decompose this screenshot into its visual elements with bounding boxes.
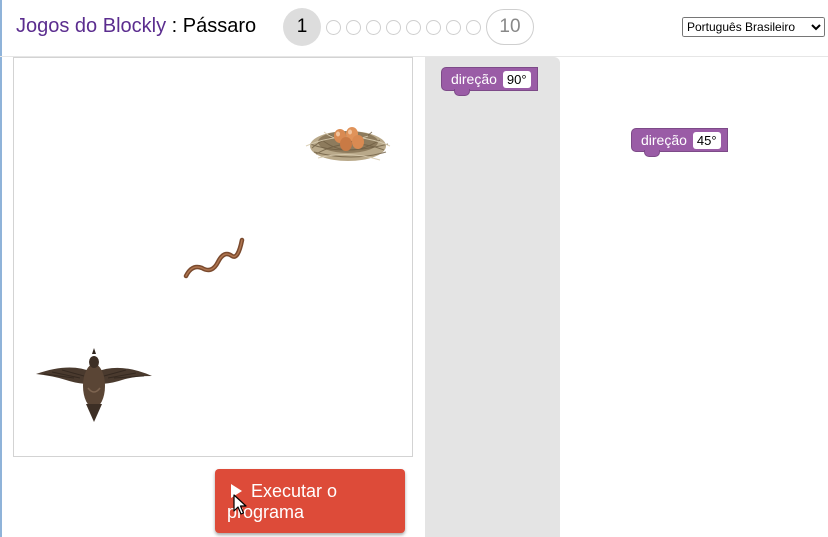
level-6-button[interactable] [406,19,421,35]
bird-icon [36,348,152,422]
level-selector: 1 10 [283,8,534,46]
level-5-button[interactable] [386,19,401,35]
block-toolbox-flyout: direção 90° [425,57,560,537]
nest-icon [305,127,391,161]
window-edge [0,0,2,537]
game-canvas [13,57,413,457]
level-8-button[interactable] [446,19,461,35]
block-angle-field[interactable]: 45° [692,131,721,149]
worm-icon [183,237,245,279]
page-title: Jogos do Blockly : Pássaro [16,15,256,38]
block-notch [454,89,470,96]
workspace-heading-block[interactable]: direção 45° [631,128,728,157]
game-title: Pássaro [182,15,257,37]
level-1-button[interactable]: 1 [283,8,321,46]
level-3-button[interactable] [346,19,361,35]
level-2-button[interactable] [326,19,341,35]
block-notch [644,150,660,157]
level-10-button[interactable]: 10 [486,9,534,45]
title-separator: : [166,15,183,37]
mouse-cursor-icon [233,494,247,515]
level-4-button[interactable] [366,19,381,35]
toolbox-heading-block[interactable]: direção 90° [441,67,538,96]
block-angle-field[interactable]: 90° [502,70,531,88]
level-7-button[interactable] [426,19,441,35]
language-select[interactable]: Português Brasileiro [682,17,825,37]
level-9-button[interactable] [466,19,481,35]
block-label: direção [451,71,497,87]
header: Jogos do Blockly : Pássaro 1 10 Portuguê… [0,0,828,56]
block-label: direção [641,132,687,148]
blockly-workspace[interactable]: direção 45° [560,57,828,537]
app-title-link[interactable]: Jogos do Blockly [16,15,166,37]
run-button-label-line1: Executar o [251,481,338,501]
